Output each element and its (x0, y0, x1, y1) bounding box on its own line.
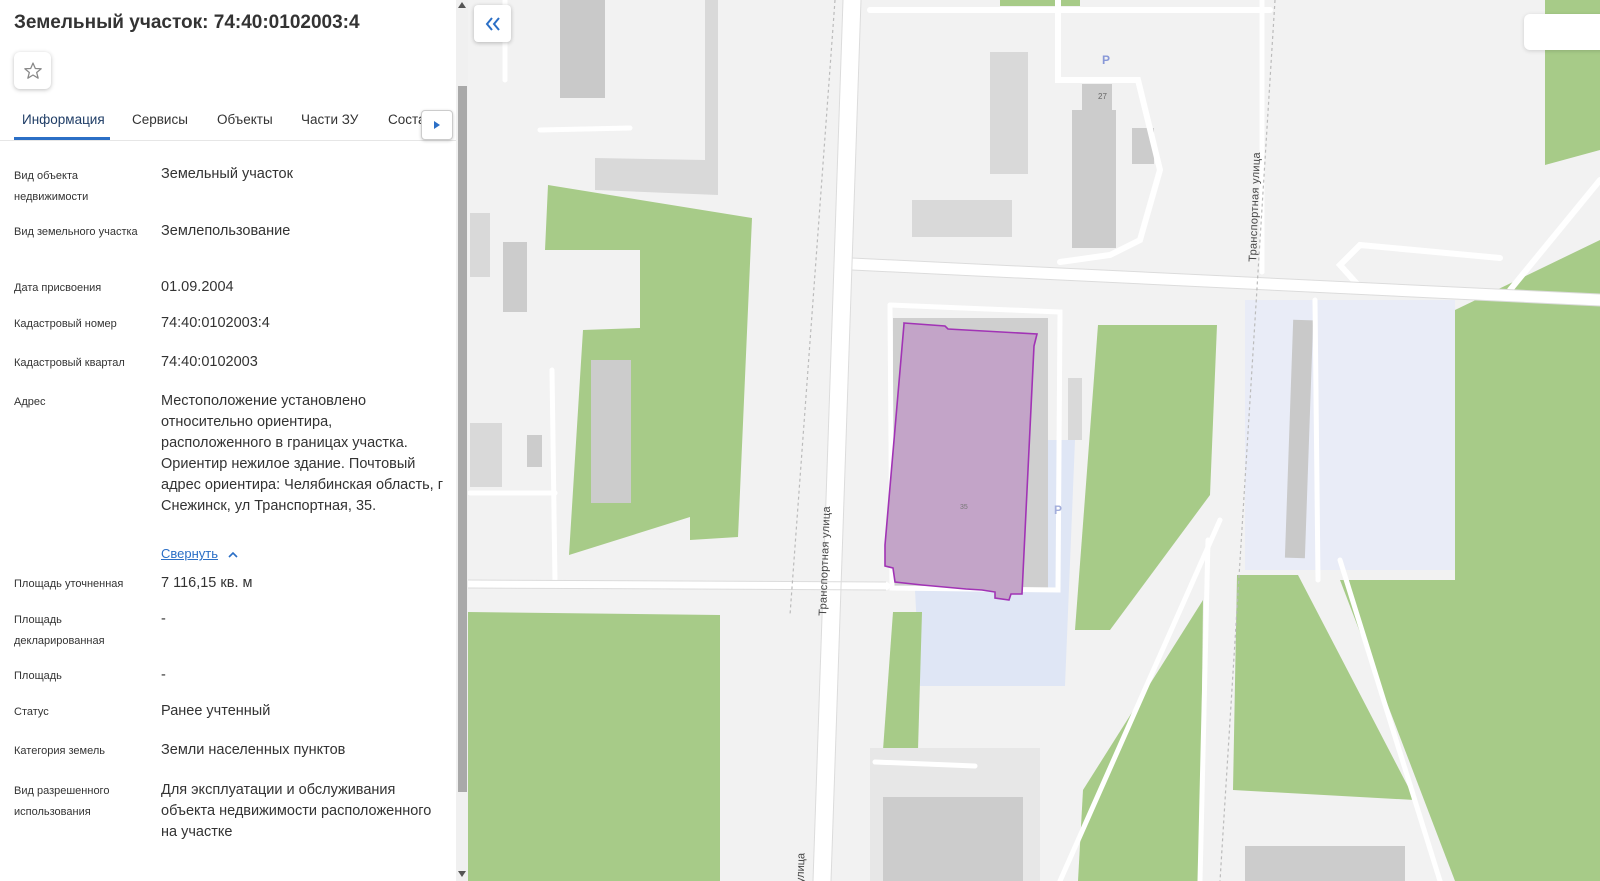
row-value-cadastral-number: 74:40:0102003:4 (161, 315, 270, 331)
map-building (912, 200, 1012, 237)
house-number: 27 (1098, 92, 1107, 101)
favorite-button[interactable] (14, 52, 51, 89)
map-road (1312, 297, 1321, 583)
row-value-permitted-use: Для эксплуатации и обслуживания объекта … (161, 782, 432, 840)
row-label-status: Статус (14, 706, 49, 718)
row-value-assign-date: 01.09.2004 (161, 279, 234, 295)
triangle-right-icon (434, 121, 440, 129)
map-green-area (1000, 0, 1080, 6)
map-road (537, 125, 633, 133)
map-building (470, 213, 490, 277)
row-value-parcel-type: Землепользование (161, 223, 291, 239)
street-label: улица (794, 852, 808, 881)
map-green-area (468, 612, 720, 881)
active-tab-indicator (14, 137, 110, 140)
collapse-panel-button[interactable] (474, 5, 511, 42)
scroll-down-arrow-icon[interactable] (458, 869, 466, 879)
house-number: 35 (960, 504, 968, 511)
panel-scrollbar[interactable] (456, 0, 468, 881)
row-value-cadastral-quarter: 74:40:0102003 (161, 354, 258, 370)
row-label-permitted-use: Вид разрешенного использования (14, 785, 110, 818)
chevron-up-icon (228, 546, 238, 561)
row-label-area-declared: Площадь декларированная (14, 614, 105, 647)
map-building (1068, 378, 1082, 440)
map-building (470, 423, 502, 487)
row-label-land-category: Категория земель (14, 745, 105, 757)
row-value-area-declared: - (161, 611, 166, 627)
map-building (1072, 110, 1116, 248)
map-canvas[interactable]: Транспортная улица Транспортная улица ул… (468, 0, 1600, 881)
row-value-address: Местоположение установлено относительно … (161, 393, 444, 514)
map-road (549, 367, 558, 585)
collapse-address-link[interactable]: Свернуть (161, 546, 238, 561)
map-building (1082, 84, 1112, 110)
collapse-link-label: Свернуть (161, 546, 219, 561)
row-label-area: Площадь (14, 670, 62, 682)
tab-parcel-parts[interactable]: Части ЗУ (301, 112, 358, 127)
selected-parcel[interactable] (884, 322, 1039, 601)
info-panel: Земельный участок: 74:40:0102003:4 Инфор… (0, 0, 456, 881)
tab-objects[interactable]: Объекты (217, 112, 273, 127)
row-label-address: Адрес (14, 396, 46, 408)
scroll-thumb[interactable] (458, 86, 467, 792)
row-value-land-category: Земли населенных пунктов (161, 742, 346, 758)
tabs-scroll-right-button[interactable] (421, 110, 453, 140)
parking-label: P (1102, 53, 1111, 67)
tab-services[interactable]: Сервисы (132, 112, 188, 127)
star-outline-icon (23, 61, 42, 79)
tab-information[interactable]: Информация (22, 112, 105, 127)
row-label-object-type: Вид объекта недвижимости (14, 170, 89, 203)
panel-title: Земельный участок: 74:40:0102003:4 (14, 12, 360, 33)
map-search-box[interactable] (1524, 14, 1600, 50)
scroll-up-arrow-icon[interactable] (458, 0, 466, 10)
row-value-status: Ранее учтенный (161, 703, 271, 719)
row-value-area: - (161, 667, 166, 683)
map-building (990, 52, 1028, 174)
row-value-object-type: Земельный участок (161, 166, 293, 182)
map-building (591, 360, 631, 503)
tab-composition[interactable]: Соста (388, 112, 426, 127)
map-building (527, 435, 542, 467)
parking-label: P (1054, 503, 1063, 517)
row-label-area-refined: Площадь уточненная (14, 578, 124, 590)
tab-bar: Информация Сервисы Объекты Части ЗУ Сост… (0, 104, 456, 141)
map-building (503, 242, 527, 312)
map-svg (468, 0, 1600, 881)
row-label-cadastral-quarter: Кадастровый квартал (14, 357, 125, 369)
map-green-area (1455, 240, 1600, 881)
map-highlight-area (1245, 300, 1455, 570)
map-building (883, 797, 1023, 881)
double-chevron-left-icon (485, 16, 500, 31)
map-building (560, 0, 605, 98)
row-label-parcel-type: Вид земельного участка (14, 226, 138, 238)
row-label-cadastral-number: Кадастровый номер (14, 318, 117, 330)
row-value-area-refined: 7 116,15 кв. м (161, 575, 253, 591)
row-label-assign-date: Дата присвоения (14, 282, 102, 294)
map-building (1245, 846, 1405, 881)
